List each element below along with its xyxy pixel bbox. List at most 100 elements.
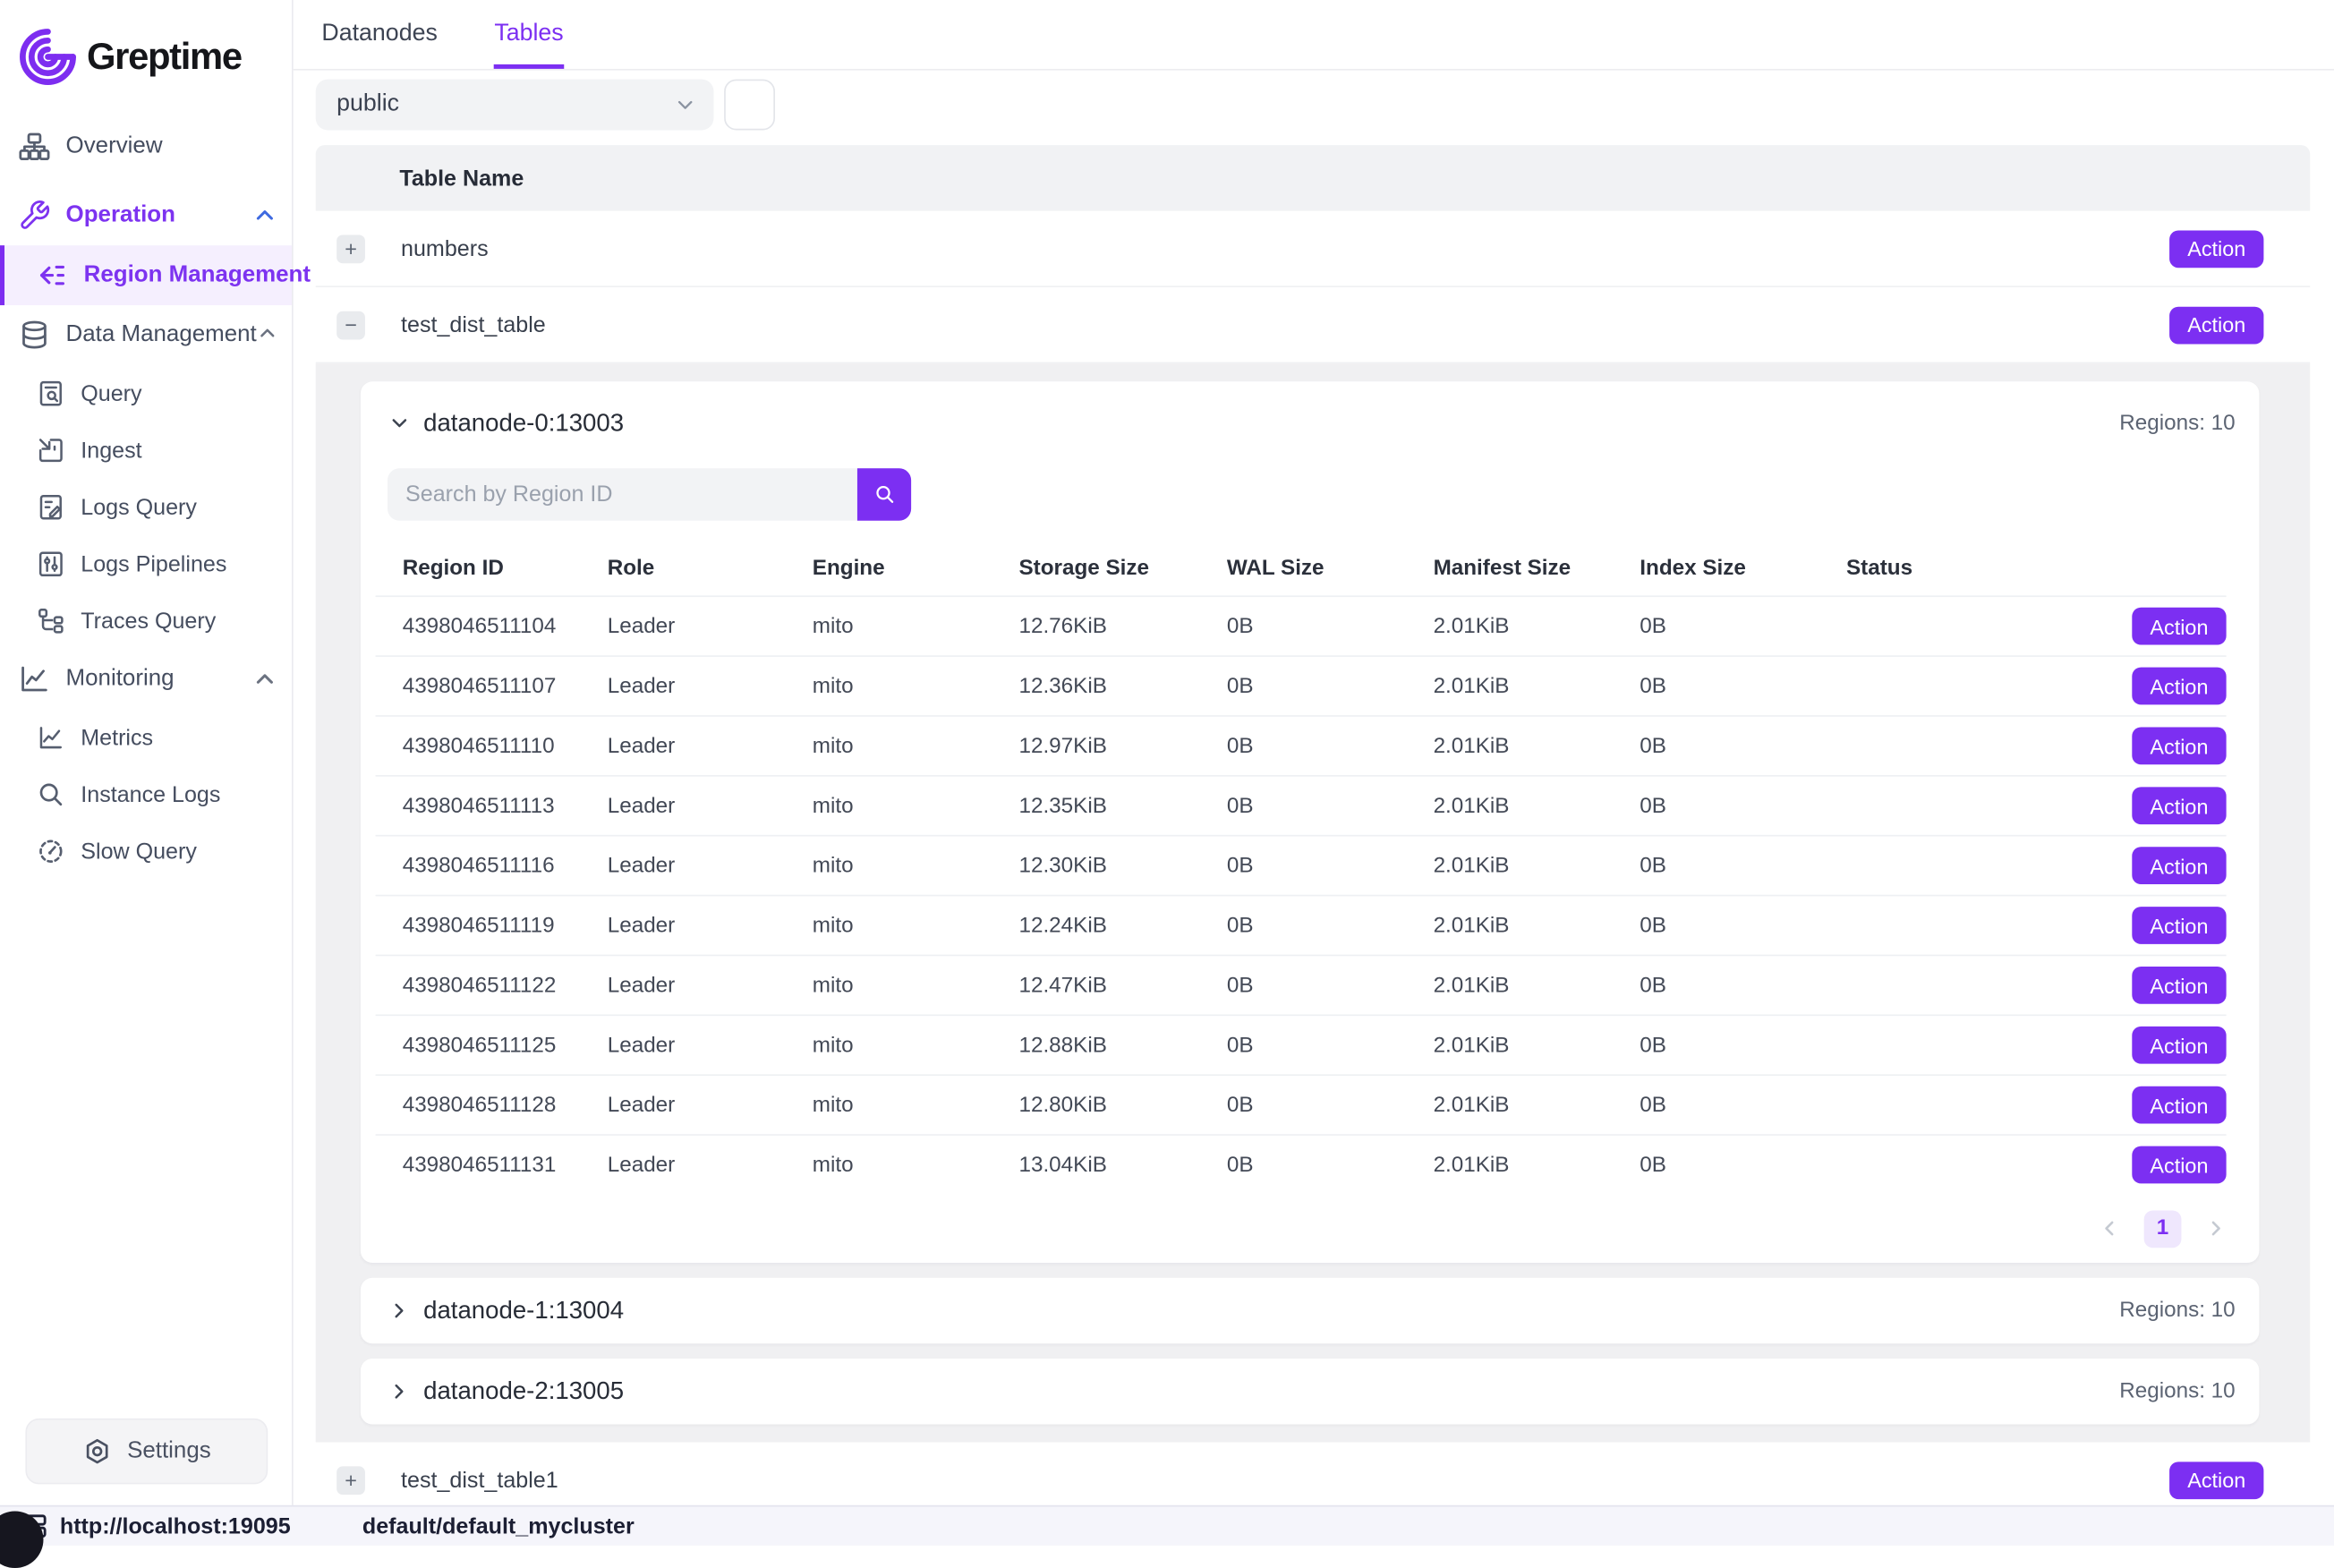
sidebar-item-label: Data Management [66,321,257,348]
col-engine: Engine [813,557,1019,581]
logs-query-icon [36,492,65,522]
page-number[interactable]: 1 [2144,1210,2182,1248]
region-manifest: 2.01KiB [1434,734,1640,758]
sidebar-item-overview[interactable]: Overview [0,116,292,176]
database-icon [18,319,51,352]
sidebar-item-metrics[interactable]: Metrics [0,709,292,766]
sidebar-item-slow-query[interactable]: Slow Query [0,822,292,880]
region-wal: 0B [1227,973,1434,997]
region-id: 4398046511125 [403,1033,608,1057]
col-role: Role [608,557,813,581]
sidebar-item-traces-query[interactable]: Traces Query [0,592,292,650]
region-search-button[interactable] [857,468,911,521]
region-index: 0B [1640,973,1846,997]
sidebar-item-data-management[interactable]: Data Management [0,305,292,365]
pagination: 1 [361,1194,2260,1263]
action-button[interactable]: Action [2169,1461,2263,1499]
refresh-button[interactable] [724,80,775,131]
region-management-icon [36,259,69,292]
action-button[interactable]: Action [2132,668,2226,705]
action-button[interactable]: Action [2169,306,2263,344]
region-manifest: 2.01KiB [1434,614,1640,638]
region-manifest: 2.01KiB [1434,973,1640,997]
region-role: Leader [608,854,813,878]
sidebar-item-label: Operation [66,202,175,229]
expand-plus-icon[interactable]: + [336,1466,365,1495]
region-storage: 12.80KiB [1018,1093,1226,1117]
toolbar: public [316,80,2310,131]
action-button[interactable]: Action [2132,1027,2226,1064]
region-storage: 12.47KiB [1018,973,1226,997]
chevron-up-icon[interactable] [257,323,277,347]
monitoring-icon [18,663,51,696]
sidebar-item-query[interactable]: Query [0,365,292,422]
collapse-minus-icon[interactable]: − [336,311,365,339]
sidebar-nav: Overview Operation [0,116,292,880]
region-index: 0B [1640,1153,1846,1177]
table-name: test_dist_table [401,312,546,337]
region-role: Leader [608,914,813,938]
datanode-2-header[interactable]: datanode-2:13005 Regions: 10 [361,1359,2260,1425]
tab-tables[interactable]: Tables [494,0,563,69]
cluster-name[interactable]: default/default_mycluster [362,1513,635,1538]
action-button[interactable]: Action [2132,787,2226,824]
region-engine: mito [813,794,1019,818]
chevron-up-icon[interactable] [253,668,277,692]
page-next-icon[interactable] [2205,1218,2226,1239]
action-button[interactable]: Action [2132,608,2226,645]
region-storage: 12.76KiB [1018,614,1226,638]
datanode-2-card: datanode-2:13005 Regions: 10 [361,1359,2260,1425]
region-row: 4398046511116 Leader mito 12.30KiB 0B 2.… [376,835,2227,895]
sidebar-item-label: Logs Query [81,495,197,520]
sidebar: Greptime Overview Operation [0,0,294,1506]
datanode-0-header[interactable]: datanode-0:13003 Regions: 10 [361,381,2260,441]
settings-label: Settings [127,1438,211,1465]
sidebar-item-label: Traces Query [81,609,216,634]
action-button[interactable]: Action [2132,1087,2226,1124]
region-row: 4398046511128 Leader mito 12.80KiB 0B 2.… [376,1074,2227,1134]
action-button[interactable]: Action [2132,907,2226,944]
region-storage: 12.88KiB [1018,1033,1226,1057]
metrics-icon [36,722,65,752]
logs-pipelines-icon [36,550,65,579]
sidebar-item-ingest[interactable]: Ingest [0,422,292,479]
region-id: 4398046511131 [403,1153,608,1177]
region-index: 0B [1640,734,1846,758]
action-button[interactable]: Action [2132,967,2226,1004]
sidebar-item-region-management[interactable]: Region Management [0,245,292,305]
region-row: 4398046511122 Leader mito 12.47KiB 0B 2.… [376,955,2227,1015]
datanode-1-header[interactable]: datanode-1:13004 Regions: 10 [361,1278,2260,1344]
page-prev-icon[interactable] [2100,1218,2120,1239]
settings-button[interactable]: Settings [25,1419,268,1485]
chevron-up-icon[interactable] [253,203,277,227]
region-storage: 12.36KiB [1018,674,1226,698]
region-index: 0B [1640,1093,1846,1117]
chevron-down-icon [675,94,695,115]
action-button[interactable]: Action [2132,1146,2226,1184]
action-button[interactable]: Action [2169,230,2263,268]
region-engine: mito [813,973,1019,997]
tables-content: public Table Name [294,71,2334,1519]
sidebar-item-label: Slow Query [81,839,197,864]
region-search-input[interactable] [388,468,857,521]
tab-datanodes[interactable]: Datanodes [321,0,437,69]
action-button[interactable]: Action [2132,847,2226,884]
server-url[interactable]: http://localhost:19095 [60,1513,291,1538]
sidebar-item-monitoring[interactable]: Monitoring [0,650,292,710]
sidebar-item-instance-logs[interactable]: Instance Logs [0,766,292,823]
region-row: 4398046511104 Leader mito 12.76KiB 0B 2.… [376,595,2227,655]
sidebar-item-logs-query[interactable]: Logs Query [0,479,292,536]
region-wal: 0B [1227,914,1434,938]
search-icon [872,481,897,507]
region-index: 0B [1640,614,1846,638]
action-button[interactable]: Action [2132,727,2226,764]
sidebar-item-operation[interactable]: Operation [0,185,292,245]
table-name-header: Table Name [316,145,2310,211]
expand-plus-icon[interactable]: + [336,234,365,263]
database-select[interactable]: public [316,80,714,131]
region-wal: 0B [1227,614,1434,638]
region-search-row [361,441,2260,521]
tab-bar: Datanodes Tables [294,0,2334,71]
brand-logo: Greptime [0,0,292,102]
sidebar-item-logs-pipelines[interactable]: Logs Pipelines [0,536,292,593]
